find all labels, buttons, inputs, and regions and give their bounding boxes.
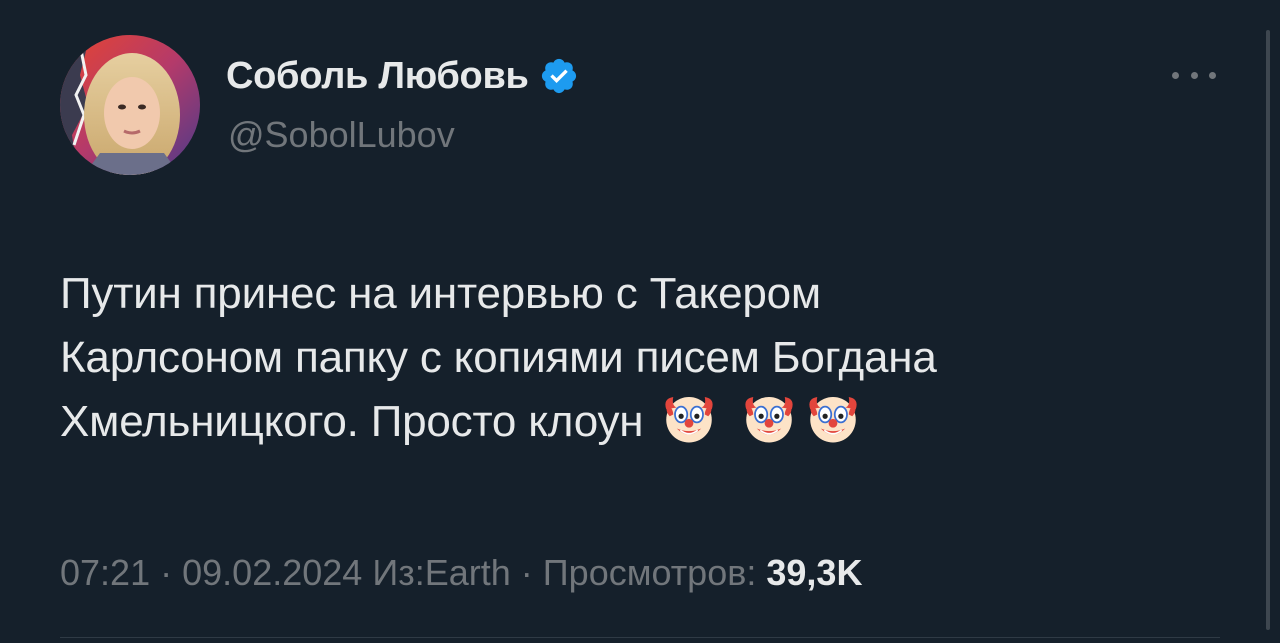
clown-face-icon [665,397,714,443]
tweet-text-line: Карлсоном папку с копиями писем Богдана [60,333,937,382]
emoji-group [643,390,861,464]
meta-separator: · [160,552,173,593]
tweet-card: Соболь Любовь @SobolLubov Путин принес н… [0,0,1280,643]
avatar-image [60,35,200,175]
tweet-text-line-last: Хмельницкого. Просто клоун [60,390,1200,464]
avatar[interactable] [60,35,200,175]
tweet-text-line: Путин принес на интервью с Такером [60,269,821,318]
tweet-source: Из:Earth [372,552,511,593]
more-dot [1190,71,1198,79]
author-handle[interactable]: @SobolLubov [228,114,455,156]
tweet-time[interactable]: 07:21 [60,552,150,593]
divider [60,637,1220,638]
verified-badge-icon [541,58,576,94]
scrollbar[interactable] [1266,30,1270,630]
views-label: Просмотров: [542,552,757,593]
tweet-meta: 07:21 · 09.02.2024 Из:Earth · Просмотров… [60,552,862,594]
more-horizontal-icon[interactable] [1170,62,1218,88]
more-dot [1172,71,1179,79]
clown-face-icon [809,397,858,443]
views-count[interactable]: 39,3K [766,552,862,593]
more-dot [1209,71,1216,79]
tweet-date[interactable]: 09.02.2024 [182,552,362,593]
tweet-text: Путин принес на интервью с Такером Карлс… [60,262,1200,464]
display-name[interactable]: Соболь Любовь [226,55,529,98]
clown-face-icon [745,397,794,443]
meta-separator: · [520,552,533,593]
tweet-text-line: Хмельницкого. Просто клоун [60,397,644,446]
author-name-row: Соболь Любовь [226,52,579,100]
